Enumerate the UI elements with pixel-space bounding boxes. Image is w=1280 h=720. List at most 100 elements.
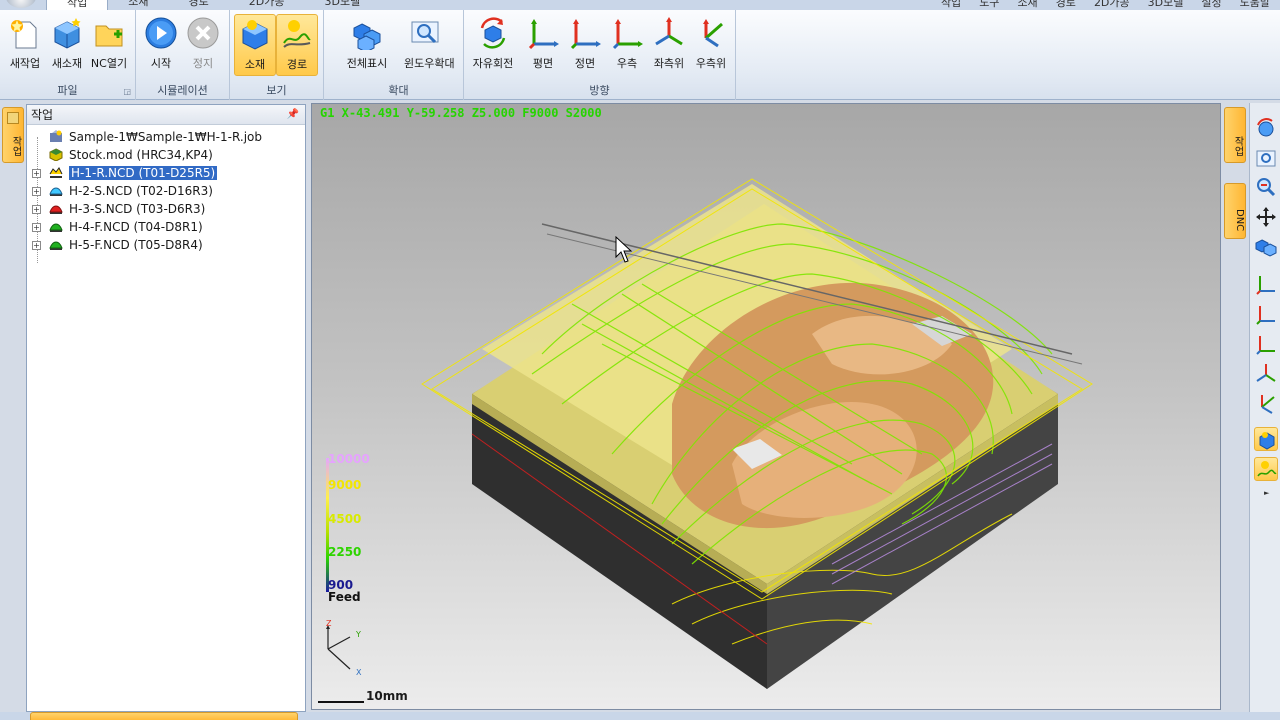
fit-all-icon (350, 16, 384, 53)
legend-value: 4500 (328, 512, 362, 526)
app-menu-button[interactable] (6, 0, 36, 8)
plan-view-button[interactable]: 평면 (522, 14, 564, 76)
show-stock-tool[interactable] (1254, 427, 1278, 451)
axis-right-icon (1256, 336, 1275, 355)
left-job-tab[interactable]: 작업 (2, 107, 24, 163)
zoom-group: 전체표시 윈도우확대 확대 (334, 10, 464, 100)
window-zoom-button[interactable]: 윈도우확대 (404, 14, 455, 76)
tree-node-job[interactable]: Sample-1₩Sample-1₩H-1-R.job (27, 128, 305, 146)
pan-icon (1256, 207, 1276, 227)
stop-button[interactable]: 정지 (182, 14, 224, 76)
simulation-group: 시작 정지 시뮬레이션 (136, 10, 230, 100)
tab-job[interactable]: 작업 (46, 0, 109, 10)
expand-icon[interactable]: + (32, 169, 41, 178)
tree-node-h1[interactable]: + H-1-R.NCD (T01-D25R5) (27, 164, 305, 182)
new-stock-icon (50, 16, 84, 50)
rotate-icon (1257, 118, 1274, 137)
more-tools-arrow-icon[interactable]: ► (1264, 489, 1269, 497)
menu-item-2d[interactable]: 2D가공 (1094, 0, 1130, 10)
nc-readout: G1 X-43.491 Y-59.258 Z5.000 F9000 S2000 (320, 106, 602, 120)
menu-item-3d[interactable]: 3D모델 (1148, 0, 1184, 10)
file-group: 새작업 새소재 NC열기 파일 ◲ (0, 10, 136, 100)
menu-item-path[interactable]: 경로 (1056, 0, 1076, 10)
tab-stock[interactable]: 소재 (108, 0, 168, 10)
show-path-button[interactable]: 경로 (276, 14, 318, 76)
tab-path[interactable]: 경로 (169, 0, 229, 10)
tree-node-h2[interactable]: + H-2-S.NCD (T02-D16R3) (27, 182, 305, 200)
scale-label: 10mm (366, 689, 408, 703)
top-right-view-button[interactable]: 우측위 (690, 14, 732, 76)
menu-item-help[interactable]: 도움말 (1240, 0, 1270, 10)
axis-iso-left-icon (1256, 364, 1276, 382)
zoom-out-tool[interactable] (1254, 175, 1278, 199)
right-dock-strip: 작업 DNC (1222, 103, 1248, 720)
front-view-button[interactable]: 정면 (564, 14, 606, 76)
axis-plan-icon (1256, 276, 1275, 295)
axis-iso-right-icon (694, 16, 728, 50)
panel-title: 작업 (31, 108, 54, 122)
legend-value: 9000 (328, 478, 362, 492)
tree-node-h3[interactable]: + H-3-S.NCD (T03-D6R3) (27, 200, 305, 218)
menu-item-settings[interactable]: 설정 (1201, 0, 1221, 10)
dialog-launcher-icon[interactable]: ◲ (123, 87, 131, 96)
expand-icon[interactable]: + (32, 241, 41, 250)
tree-node-stock[interactable]: Stock.mod (HRC34,KP4) (27, 146, 305, 164)
right-view-tool[interactable] (1254, 331, 1278, 355)
scale-bar: 10mm (318, 689, 418, 705)
expand-icon[interactable]: + (32, 205, 41, 214)
axis-plan-icon (526, 16, 560, 50)
zoom-window-tool[interactable] (1254, 147, 1278, 171)
view-group-label: 보기 (266, 84, 287, 97)
mouse-cursor-icon (615, 236, 633, 263)
menu-item-tools[interactable]: 도구 (979, 0, 999, 10)
fit-all-icon (1255, 239, 1277, 257)
expand-icon[interactable]: + (32, 187, 41, 196)
bottom-panel-tab[interactable] (30, 712, 298, 720)
nc-open-button[interactable]: NC열기 (88, 14, 130, 76)
simulation-viewport[interactable]: G1 X-43.491 Y-59.258 Z5.000 F9000 S2000 … (311, 103, 1221, 710)
stop-icon (186, 16, 220, 50)
tree-node-h4[interactable]: + H-4-F.NCD (T04-D8R1) (27, 218, 305, 236)
new-job-button[interactable]: 새작업 (4, 14, 46, 76)
zoom-out-icon (1257, 178, 1276, 197)
iso-right-tool[interactable] (1254, 391, 1278, 415)
tree-node-h5[interactable]: + H-5-F.NCD (T05-D8R4) (27, 236, 305, 254)
fit-all-button[interactable]: 전체표시 (346, 14, 388, 76)
fit-all-tool[interactable] (1254, 235, 1278, 259)
axis-front-icon (1256, 306, 1275, 325)
right-dnc-tab[interactable]: DNC (1224, 183, 1246, 239)
iso-left-tool[interactable] (1254, 361, 1278, 385)
panel-header: 작업 📌 (27, 105, 305, 125)
free-rotate-button[interactable]: 자유회전 (472, 14, 514, 76)
top-left-view-button[interactable]: 좌측위 (648, 14, 690, 76)
pin-icon[interactable]: 📌 (287, 105, 299, 125)
view-group: 소재 경로 보기 (230, 10, 324, 100)
tab-2d[interactable]: 2D가공 (229, 0, 305, 10)
semi-path-red-icon (49, 205, 63, 214)
rough-path-icon (49, 167, 63, 178)
axis-y-label: Y (355, 630, 361, 639)
feed-legend: 10000 9000 4500 2250 900 Feed (326, 452, 406, 612)
show-path-tool[interactable] (1254, 457, 1278, 481)
expand-icon[interactable]: + (32, 223, 41, 232)
new-stock-button[interactable]: 새소재 (46, 14, 88, 76)
pan-tool[interactable] (1254, 205, 1278, 229)
scale-line (318, 701, 364, 703)
menu-item-job[interactable]: 작업 (941, 0, 961, 10)
right-view-button[interactable]: 우측 (606, 14, 648, 76)
toolpath-icon (280, 17, 314, 51)
start-button[interactable]: 시작 (140, 14, 182, 76)
plan-view-tool[interactable] (1254, 271, 1278, 295)
axis-z-label: Z (326, 619, 332, 628)
menu-item-stock[interactable]: 소재 (1017, 0, 1037, 10)
tab-3d[interactable]: 3D모델 (304, 0, 380, 10)
right-job-tab[interactable]: 작업 (1224, 107, 1246, 163)
axis-iso-right-icon (1261, 395, 1275, 414)
front-view-tool[interactable] (1254, 301, 1278, 325)
play-icon (144, 16, 178, 50)
axis-iso-left-icon (652, 16, 686, 50)
ribbon-tab-strip: 작업 소재 경로 2D가공 3D모델 작업 도구 소재 경로 2D가공 3D모델… (0, 0, 1280, 10)
job-folder-icon (7, 112, 19, 124)
show-stock-button[interactable]: 소재 (234, 14, 276, 76)
rotate-view-tool[interactable] (1254, 117, 1278, 141)
